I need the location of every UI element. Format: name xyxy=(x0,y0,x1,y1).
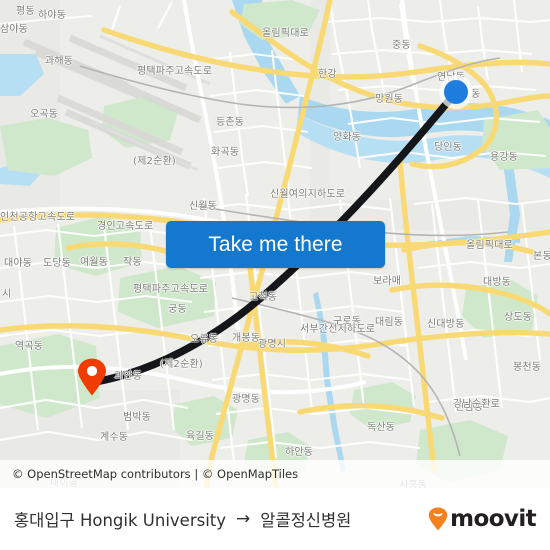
route-origin-label: 홍대입구 Hongik University xyxy=(14,511,227,530)
map-attribution-bar: © OpenStreetMap contributors | © OpenMap… xyxy=(0,460,550,488)
moovit-pin-icon xyxy=(428,507,448,531)
moovit-route-card: 평동하야동삼야동과해동오곡동등촌동망원동중동연남동동당인동용강동양화동화곡동신월… xyxy=(0,0,550,550)
route-summary: 홍대입구 Hongik University → 알콜정신병원 xyxy=(14,507,351,531)
take-me-there-button[interactable]: Take me there xyxy=(166,221,385,268)
origin-dot-marker[interactable] xyxy=(439,75,473,109)
footer-bar: 홍대입구 Hongik University → 알콜정신병원 moovit xyxy=(0,488,550,550)
map-area[interactable]: 평동하야동삼야동과해동오곡동등촌동망원동중동연남동동당인동용강동양화동화곡동신월… xyxy=(0,0,550,488)
destination-pin-marker[interactable] xyxy=(77,358,107,396)
arrow-right-icon: → xyxy=(236,509,251,529)
moovit-wordmark: moovit xyxy=(450,506,536,532)
moovit-logo[interactable]: moovit xyxy=(428,506,537,532)
map-attribution-text: © OpenStreetMap contributors | © OpenMap… xyxy=(12,467,299,481)
route-destination-label: 알콜정신병원 xyxy=(260,511,352,530)
